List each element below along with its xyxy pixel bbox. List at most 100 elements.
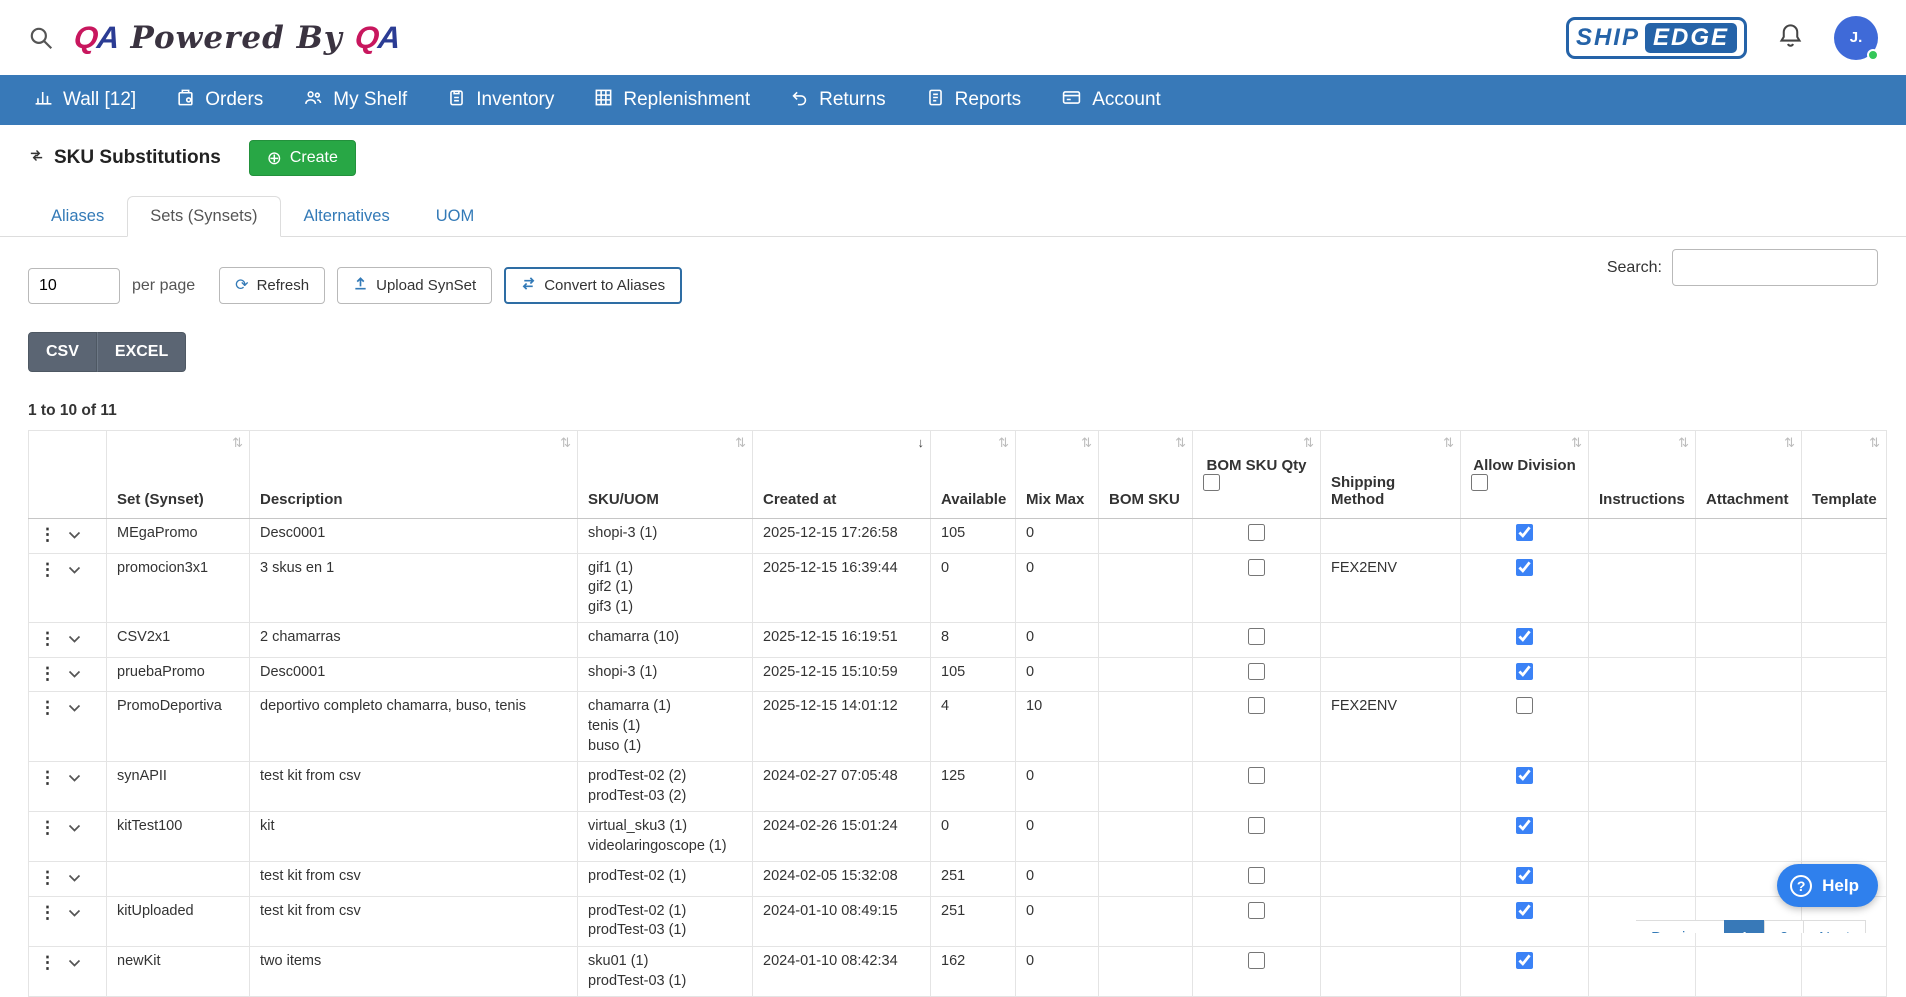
sort-icon[interactable]: ⇅ <box>232 435 243 451</box>
row-menu-icon[interactable]: ⋮ <box>39 818 56 837</box>
column-header-shipping-method[interactable]: ⇅Shipping Method <box>1321 431 1461 519</box>
sort-icon[interactable]: ⇅ <box>735 435 746 451</box>
sort-icon[interactable]: ⇅ <box>1678 435 1689 451</box>
sort-icon[interactable]: ⇅ <box>1303 435 1314 451</box>
row-expand-chevron-icon[interactable] <box>68 870 81 890</box>
sort-icon[interactable]: ⇅ <box>998 435 1009 451</box>
sort-icon[interactable]: ⇅ <box>1443 435 1454 451</box>
tab-alternatives[interactable]: Alternatives <box>281 196 413 237</box>
row-expand-chevron-icon[interactable] <box>68 700 81 720</box>
tab-aliases[interactable]: Aliases <box>28 196 127 237</box>
synsets-table-body: ⋮MEgaPromoDesc0001shopi-3 (1)2025-12-15 … <box>29 519 1887 997</box>
row-menu-icon[interactable]: ⋮ <box>39 903 56 922</box>
pagination-previous-button[interactable]: Previous <box>1636 920 1725 933</box>
allow-division-checkbox[interactable] <box>1516 524 1533 541</box>
bom-sku-qty-checkbox[interactable] <box>1248 767 1265 784</box>
refresh-button[interactable]: ⟳ Refresh <box>219 267 325 304</box>
bom-sku-qty-checkbox[interactable] <box>1248 524 1265 541</box>
sort-icon[interactable]: ⇅ <box>1869 435 1880 451</box>
pagination-page-2-button[interactable]: 2 <box>1764 920 1804 933</box>
column-header-allow-division[interactable]: ⇅Allow Division <box>1461 431 1589 519</box>
row-menu-icon[interactable]: ⋮ <box>39 768 56 787</box>
pagination-next-button[interactable]: Next <box>1803 920 1866 933</box>
nav-item-orders[interactable]: Orders <box>176 88 263 113</box>
column-header-bom-sku[interactable]: ⇅BOM SKU <box>1099 431 1193 519</box>
export-csv-button[interactable]: CSV <box>28 332 97 372</box>
sort-icon[interactable]: ⇅ <box>1571 435 1582 451</box>
convert-to-aliases-button[interactable]: Convert to Aliases <box>504 267 682 304</box>
column-header-created-at[interactable]: ↓Created at <box>753 431 931 519</box>
bom-sku-qty-checkbox[interactable] <box>1248 697 1265 714</box>
row-expand-chevron-icon[interactable] <box>68 905 81 925</box>
bom-sku-qty-checkbox[interactable] <box>1248 902 1265 919</box>
column-header-available[interactable]: ⇅Available <box>931 431 1016 519</box>
upload-synset-button[interactable]: Upload SynSet <box>337 267 492 304</box>
tab-uom[interactable]: UOM <box>413 196 498 237</box>
create-button[interactable]: ⊕ Create <box>249 140 356 176</box>
bom-sku-qty-checkbox[interactable] <box>1248 817 1265 834</box>
row-menu-icon[interactable]: ⋮ <box>39 953 56 972</box>
sort-icon[interactable]: ⇅ <box>1784 435 1795 451</box>
row-expand-chevron-icon[interactable] <box>68 770 81 790</box>
bom-sku-qty-checkbox[interactable] <box>1248 663 1265 680</box>
bom-sku-qty-checkbox[interactable] <box>1248 628 1265 645</box>
column-header-bom-sku-qty[interactable]: ⇅BOM SKU Qty <box>1193 431 1321 519</box>
cell-description: test kit from csv <box>250 862 578 897</box>
sort-icon[interactable]: ⇅ <box>1175 435 1186 451</box>
nav-item-my-shelf[interactable]: My Shelf <box>303 88 407 113</box>
nav-item-account[interactable]: Account <box>1061 88 1161 113</box>
export-excel-button[interactable]: EXCEL <box>97 332 186 372</box>
row-expand-chevron-icon[interactable] <box>68 666 81 686</box>
allow-division-checkbox[interactable] <box>1516 559 1533 576</box>
nav-item-reports[interactable]: Reports <box>926 88 1022 113</box>
row-expand-chevron-icon[interactable] <box>68 955 81 975</box>
bom-sku-qty-checkbox[interactable] <box>1248 559 1265 576</box>
row-menu-icon[interactable]: ⋮ <box>39 664 56 683</box>
allow-division-checkbox[interactable] <box>1516 697 1533 714</box>
nav-item-inventory[interactable]: Inventory <box>447 88 554 113</box>
row-menu-icon[interactable]: ⋮ <box>39 560 56 579</box>
column-header-description[interactable]: ⇅Description <box>250 431 578 519</box>
column-header-attachment[interactable]: ⇅Attachment <box>1696 431 1802 519</box>
bom-sku-qty-checkbox[interactable] <box>1248 952 1265 969</box>
per-page-input[interactable] <box>28 268 120 304</box>
avatar[interactable]: J. <box>1834 16 1878 60</box>
row-expand-chevron-icon[interactable] <box>68 562 81 582</box>
allow-division-checkbox[interactable] <box>1516 867 1533 884</box>
row-expand-chevron-icon[interactable] <box>68 527 81 547</box>
row-menu-icon[interactable]: ⋮ <box>39 868 56 887</box>
row-expand-chevron-icon[interactable] <box>68 820 81 840</box>
allow-division-checkbox[interactable] <box>1516 767 1533 784</box>
column-header-mix-max[interactable]: ⇅Mix Max <box>1016 431 1099 519</box>
shipedge-logo[interactable]: SHIPEDGE <box>1566 17 1747 59</box>
help-button[interactable]: ? Help <box>1777 864 1878 907</box>
search-icon[interactable] <box>28 25 54 51</box>
row-menu-icon[interactable]: ⋮ <box>39 525 56 544</box>
cell-available: 4 <box>931 692 1016 762</box>
tab-sets-synsets[interactable]: Sets (Synsets) <box>127 196 280 237</box>
row-menu-icon[interactable]: ⋮ <box>39 698 56 717</box>
allow-division-checkbox[interactable] <box>1516 952 1533 969</box>
nav-item-replenishment[interactable]: Replenishment <box>594 88 750 113</box>
row-menu-icon[interactable]: ⋮ <box>39 629 56 648</box>
column-header-template[interactable]: ⇅Template <box>1802 431 1887 519</box>
column-header-set-synset[interactable]: ⇅Set (Synset) <box>107 431 250 519</box>
table-search-input[interactable] <box>1672 249 1878 286</box>
column-header-sku-uom[interactable]: ⇅SKU/UOM <box>578 431 753 519</box>
allow-division-checkbox[interactable] <box>1516 663 1533 680</box>
sort-icon[interactable]: ⇅ <box>1081 435 1092 451</box>
bom-sku-qty-header-checkbox[interactable] <box>1203 474 1220 491</box>
allow-division-header-checkbox[interactable] <box>1471 474 1488 491</box>
column-header-instructions[interactable]: ⇅Instructions <box>1589 431 1696 519</box>
row-expand-chevron-icon[interactable] <box>68 631 81 651</box>
bell-icon[interactable] <box>1777 22 1804 54</box>
allow-division-checkbox[interactable] <box>1516 817 1533 834</box>
sort-desc-icon[interactable]: ↓ <box>918 435 925 450</box>
sort-icon[interactable]: ⇅ <box>560 435 571 451</box>
nav-item-returns[interactable]: Returns <box>790 88 886 113</box>
pagination-page-1-button[interactable]: 1 <box>1724 920 1764 933</box>
bom-sku-qty-checkbox[interactable] <box>1248 867 1265 884</box>
allow-division-checkbox[interactable] <box>1516 902 1533 919</box>
allow-division-checkbox[interactable] <box>1516 628 1533 645</box>
nav-item-wall[interactable]: Wall [12] <box>34 88 136 113</box>
